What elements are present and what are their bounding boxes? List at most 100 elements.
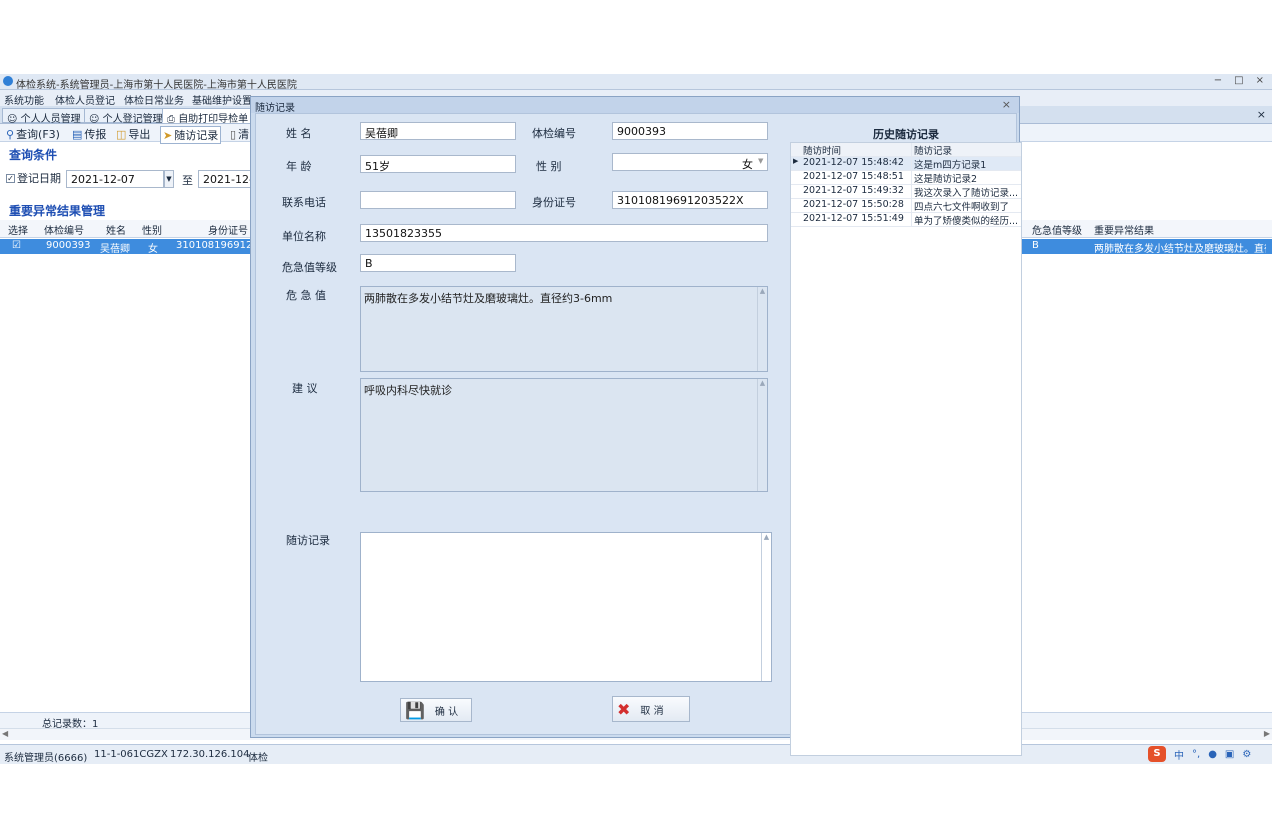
clear-label: 清 xyxy=(238,128,250,141)
menu-system[interactable]: 系统功能 xyxy=(4,92,44,107)
phone-label: 联系电话 xyxy=(282,196,326,209)
gender-dropdown-icon[interactable]: ▼ xyxy=(758,157,763,165)
export-button[interactable]: ◫ 导出 xyxy=(116,126,150,142)
menu-registration[interactable]: 体检人员登记 xyxy=(55,92,115,107)
cancel-button[interactable]: ✖ 取 消 xyxy=(612,696,690,722)
col-result[interactable]: 重要异常结果 xyxy=(1094,222,1154,237)
maximize-icon[interactable]: □ xyxy=(1234,75,1243,86)
advice-text: 呼吸内科尽快就诊 xyxy=(364,384,452,397)
history-row[interactable]: 2021-12-07 15:50:28 四点六七文件啊收到了 xyxy=(791,199,1021,213)
history-row[interactable]: 2021-12-07 15:51:49 单为了矫傻类似的经历... xyxy=(791,213,1021,227)
query-section-title: 查询条件 xyxy=(9,148,58,162)
app-logo-icon xyxy=(3,76,13,86)
critical-text: 两肺散在多发小结节灶及磨玻璃灶。直径约3-6mm xyxy=(364,292,613,305)
row-result: 两肺散在多发小结节灶及磨玻璃灶。直径约3-6mm xyxy=(1094,244,1266,255)
exam-no-field[interactable]: 9000393 xyxy=(612,122,768,140)
scroll-left-icon[interactable]: ◀ xyxy=(2,729,8,738)
level-field[interactable]: B xyxy=(360,254,516,272)
row-exam-no: 9000393 xyxy=(46,240,91,251)
cancel-x-icon: ✖ xyxy=(617,699,631,719)
history-row[interactable]: 2021-12-07 15:48:51 这是随访记录2 xyxy=(791,171,1021,185)
name-label: 姓 名 xyxy=(286,127,312,140)
critical-textarea[interactable]: 两肺散在多发小结节灶及磨玻璃灶。直径约3-6mm ▲ xyxy=(360,286,768,372)
keyboard-icon[interactable]: ▣ xyxy=(1225,749,1234,760)
advice-label: 建 议 xyxy=(292,382,318,395)
tab-registration-management[interactable]: ☺ 个人登记管理 xyxy=(84,108,168,125)
to-label: 至 xyxy=(182,174,193,187)
microphone-icon[interactable]: ● xyxy=(1208,749,1217,760)
followup-scrollbar[interactable]: ▲ xyxy=(761,533,771,681)
window-controls: − □ × xyxy=(1214,75,1264,86)
history-time: 2021-12-07 15:49:32 xyxy=(801,185,912,198)
dialog-body: 姓 名 吴蓓卿 体检编号 9000393 年 龄 51岁 性 别 女 ▼ 联系电… xyxy=(255,113,1022,756)
col-followup-record[interactable]: 随访记录 xyxy=(912,143,1020,156)
unit-field[interactable]: 13501823355 xyxy=(360,224,768,242)
row-name: 吴蓓卿 xyxy=(100,244,130,255)
followup-label: 随访记录 xyxy=(174,129,219,142)
tab-self-print[interactable]: ⎙ 自助打印导检单 xyxy=(162,108,254,125)
col-select[interactable]: 选择 xyxy=(8,222,28,237)
results-section-title: 重要异常结果管理 xyxy=(9,204,106,218)
scroll-right-icon[interactable]: ▶ xyxy=(1264,729,1270,738)
unit-label: 单位名称 xyxy=(282,230,326,243)
col-gender[interactable]: 性别 xyxy=(142,222,162,237)
history-record: 我这次录入了随访记录... xyxy=(914,188,1019,198)
chinese-mode-icon[interactable]: 中 xyxy=(1174,747,1184,762)
history-record: 这是随访记录2 xyxy=(914,174,978,184)
confirm-button[interactable]: 💾 确 认 xyxy=(400,698,472,722)
row-checkbox[interactable]: ☑ xyxy=(12,240,21,251)
id-card-field[interactable]: 31010819691203522X xyxy=(612,191,768,209)
history-row[interactable]: 2021-12-07 15:49:32 我这次录入了随访记录... xyxy=(791,185,1021,199)
followup-label: 随访记录 xyxy=(286,534,330,547)
status-machine: 11-1-061CGZX xyxy=(94,749,168,760)
age-field[interactable]: 51岁 xyxy=(360,155,516,173)
history-row[interactable]: ▶ 2021-12-07 15:48:42 这是m四方记录1 xyxy=(791,157,1021,171)
gender-label: 性 别 xyxy=(536,160,562,173)
row-level: B xyxy=(1032,240,1039,251)
advice-textarea[interactable]: 呼吸内科尽快就诊 ▲ xyxy=(360,378,768,492)
followup-button[interactable]: ➤ 随访记录 xyxy=(160,126,222,144)
confirm-label: 确 认 xyxy=(434,706,459,718)
date-from-dropdown-icon[interactable]: ▼ xyxy=(164,170,174,188)
followup-textarea[interactable]: ▲ xyxy=(360,532,772,682)
tab-person-management[interactable]: ☺ 个人人员管理 xyxy=(2,108,86,125)
current-row-icon: ▶ xyxy=(793,157,799,165)
name-field[interactable]: 吴蓓卿 xyxy=(360,122,516,140)
close-icon[interactable]: × xyxy=(1256,75,1264,86)
gender-select[interactable]: 女 xyxy=(612,153,768,171)
save-icon: 💾 xyxy=(405,700,425,720)
col-followup-time[interactable]: 随访时间 xyxy=(801,143,912,157)
followup-dialog: 随访记录 × 姓 名 吴蓓卿 体检编号 9000393 年 龄 51岁 性 别 … xyxy=(250,96,1022,756)
col-id-card[interactable]: 身份证号 xyxy=(208,222,248,237)
status-module: 体检 xyxy=(248,753,268,764)
date-filter-checkbox[interactable]: ✓ 登记日期 xyxy=(6,170,61,186)
col-name[interactable]: 姓名 xyxy=(106,222,126,237)
close-tab-icon[interactable]: × xyxy=(1257,108,1266,121)
date-from-field[interactable]: 2021-12-07 xyxy=(66,170,164,188)
menu-daily[interactable]: 体检日常业务 xyxy=(124,92,184,107)
sogou-icon[interactable]: S xyxy=(1148,746,1166,762)
folder-icon: ◫ xyxy=(116,127,127,141)
id-card-label: 身份证号 xyxy=(532,196,576,209)
menu-maintenance[interactable]: 基础维护设置 xyxy=(192,92,252,107)
followup-icon: ➤ xyxy=(163,128,173,142)
date-to-field[interactable]: 2021-12-0 xyxy=(198,170,252,188)
col-exam-no[interactable]: 体检编号 xyxy=(44,222,84,237)
report-button[interactable]: ▤ 传报 xyxy=(72,126,106,142)
punctuation-icon[interactable]: °, xyxy=(1192,749,1200,760)
minimize-icon[interactable]: − xyxy=(1214,75,1222,86)
dialog-close-icon[interactable]: × xyxy=(1002,98,1011,111)
settings-icon[interactable]: ⚙ xyxy=(1242,749,1251,760)
phone-field[interactable] xyxy=(360,191,516,209)
critical-scrollbar[interactable]: ▲ xyxy=(757,287,767,371)
report-label: 传报 xyxy=(84,128,107,141)
clear-button[interactable]: ▯ 清 xyxy=(230,126,249,142)
query-button[interactable]: ⚲ 查询(F3) xyxy=(6,126,60,142)
history-time: 2021-12-07 15:50:28 xyxy=(801,199,912,212)
col-level[interactable]: 危急值等级 xyxy=(1032,222,1082,237)
history-record: 四点六七文件啊收到了 xyxy=(914,202,1010,212)
history-title: 历史随访记录 xyxy=(873,128,939,141)
status-user: 系统管理员(6666) xyxy=(4,753,88,764)
window-title: 体检系统-系统管理员-上海市第十人民医院-上海市第十人民医院 xyxy=(16,80,297,91)
advice-scrollbar[interactable]: ▲ xyxy=(757,379,767,491)
